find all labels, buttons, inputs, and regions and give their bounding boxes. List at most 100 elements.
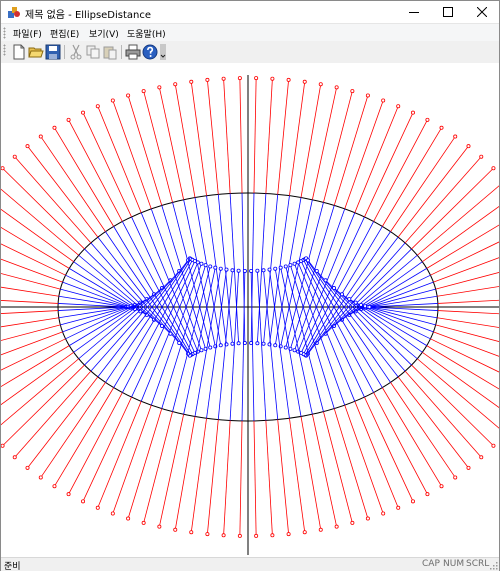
menu-edit[interactable]: 편집(E) [50, 27, 79, 40]
outer-normal-line [311, 87, 338, 200]
inner-point [195, 260, 200, 265]
outer-normal-line [289, 418, 306, 533]
drawing-canvas-area[interactable] [0, 63, 500, 557]
outer-normal-line [82, 396, 132, 502]
inner-normal-line [131, 260, 196, 398]
inner-point [353, 300, 358, 305]
inner-point [273, 266, 278, 271]
outer-normal-line [417, 184, 500, 256]
help-icon[interactable] [142, 44, 158, 60]
outer-point [350, 89, 355, 94]
outer-normal-line [265, 420, 273, 536]
outer-normal-line [27, 145, 99, 238]
inner-point [288, 263, 293, 268]
minimize-button[interactable] [397, 1, 431, 23]
outer-normal-line [127, 95, 163, 206]
inner-normal-line [161, 265, 206, 409]
outer-normal-line [411, 167, 494, 250]
cut-icon[interactable] [68, 44, 84, 60]
save-icon[interactable] [45, 44, 61, 60]
app-icon[interactable] [7, 5, 21, 19]
outer-normal-line [422, 205, 500, 263]
open-folder-icon[interactable] [28, 44, 44, 60]
outer-normal-line [344, 404, 384, 514]
inner-point [199, 261, 204, 266]
toolbar-grip[interactable] [3, 44, 6, 56]
outer-normal-line [390, 382, 456, 478]
maximize-icon [443, 7, 453, 17]
outer-point [25, 144, 30, 149]
menubar-grip[interactable] [3, 27, 6, 39]
resize-grip-icon[interactable] [488, 560, 498, 570]
inner-point [278, 265, 283, 270]
inner-point [242, 268, 247, 273]
inner-normal-line [297, 262, 356, 402]
outer-normal-line [158, 87, 185, 200]
print-icon[interactable] [125, 44, 141, 60]
outer-point [95, 505, 100, 510]
outer-normal-line [437, 310, 500, 315]
outer-normal-line [364, 396, 414, 502]
outer-point [439, 125, 444, 130]
outer-point [0, 166, 5, 171]
inner-normal-line [140, 262, 199, 402]
outer-point [466, 144, 471, 149]
outer-normal-line [68, 119, 123, 222]
outer-point [381, 98, 386, 103]
outer-normal-line [112, 404, 152, 514]
copy-icon[interactable] [85, 44, 101, 60]
outer-normal-line [82, 112, 132, 218]
close-button[interactable] [465, 1, 499, 23]
outer-normal-line [344, 100, 384, 210]
new-file-icon[interactable] [11, 44, 27, 60]
outer-point [173, 82, 178, 87]
inner-point [273, 343, 278, 348]
outer-normal-line [27, 376, 99, 469]
outer-point [318, 82, 323, 87]
outer-point [334, 524, 339, 529]
outer-point [396, 104, 401, 109]
inner-normal-line [241, 193, 246, 344]
outer-point [410, 110, 415, 115]
inner-normal-line [229, 270, 240, 421]
window-title: 제목 없음 - EllipseDistance [25, 10, 152, 21]
outer-point [365, 93, 370, 98]
outer-normal-line [323, 411, 353, 524]
outer-normal-line [0, 310, 59, 315]
outer-normal-line [397, 145, 469, 238]
title-bar[interactable]: 제목 없음 - EllipseDistance [1, 1, 499, 23]
menu-view[interactable]: 보기(V) [89, 27, 119, 40]
outer-point [52, 484, 57, 489]
outer-normal-line [354, 401, 399, 508]
outer-normal-line [373, 119, 428, 222]
inner-point [267, 267, 272, 272]
outer-normal-line [435, 271, 500, 290]
inner-point [261, 341, 266, 346]
outer-normal-line [397, 376, 469, 469]
inner-point [292, 348, 297, 353]
outer-normal-line [253, 78, 257, 194]
menu-file[interactable]: 파일(F) [13, 27, 42, 40]
outer-point [410, 499, 415, 504]
status-text: 준비 [4, 562, 21, 572]
outer-point [479, 455, 484, 460]
inner-point [283, 264, 288, 269]
outer-normal-line [433, 256, 500, 283]
inner-point [359, 302, 364, 307]
maximize-button[interactable] [431, 1, 465, 23]
outer-normal-line [354, 106, 399, 213]
outer-point [38, 475, 43, 480]
inner-point [230, 268, 235, 273]
outer-point [205, 532, 210, 537]
outer-normal-line [143, 411, 173, 524]
outer-normal-line [437, 285, 500, 297]
outer-normal-line [40, 136, 106, 232]
inner-normal-line [256, 270, 267, 421]
paste-icon[interactable] [102, 44, 118, 60]
menu-bar: 파일(F) 편집(E) 보기(V) 도움말(H) [1, 23, 499, 42]
outer-normal-line [323, 90, 353, 203]
inner-normal-line [303, 221, 375, 355]
menu-help[interactable]: 도움말(H) [127, 27, 166, 40]
toolbar-overflow-chevron-icon[interactable] [160, 44, 166, 60]
inner-normal-line [121, 259, 193, 393]
